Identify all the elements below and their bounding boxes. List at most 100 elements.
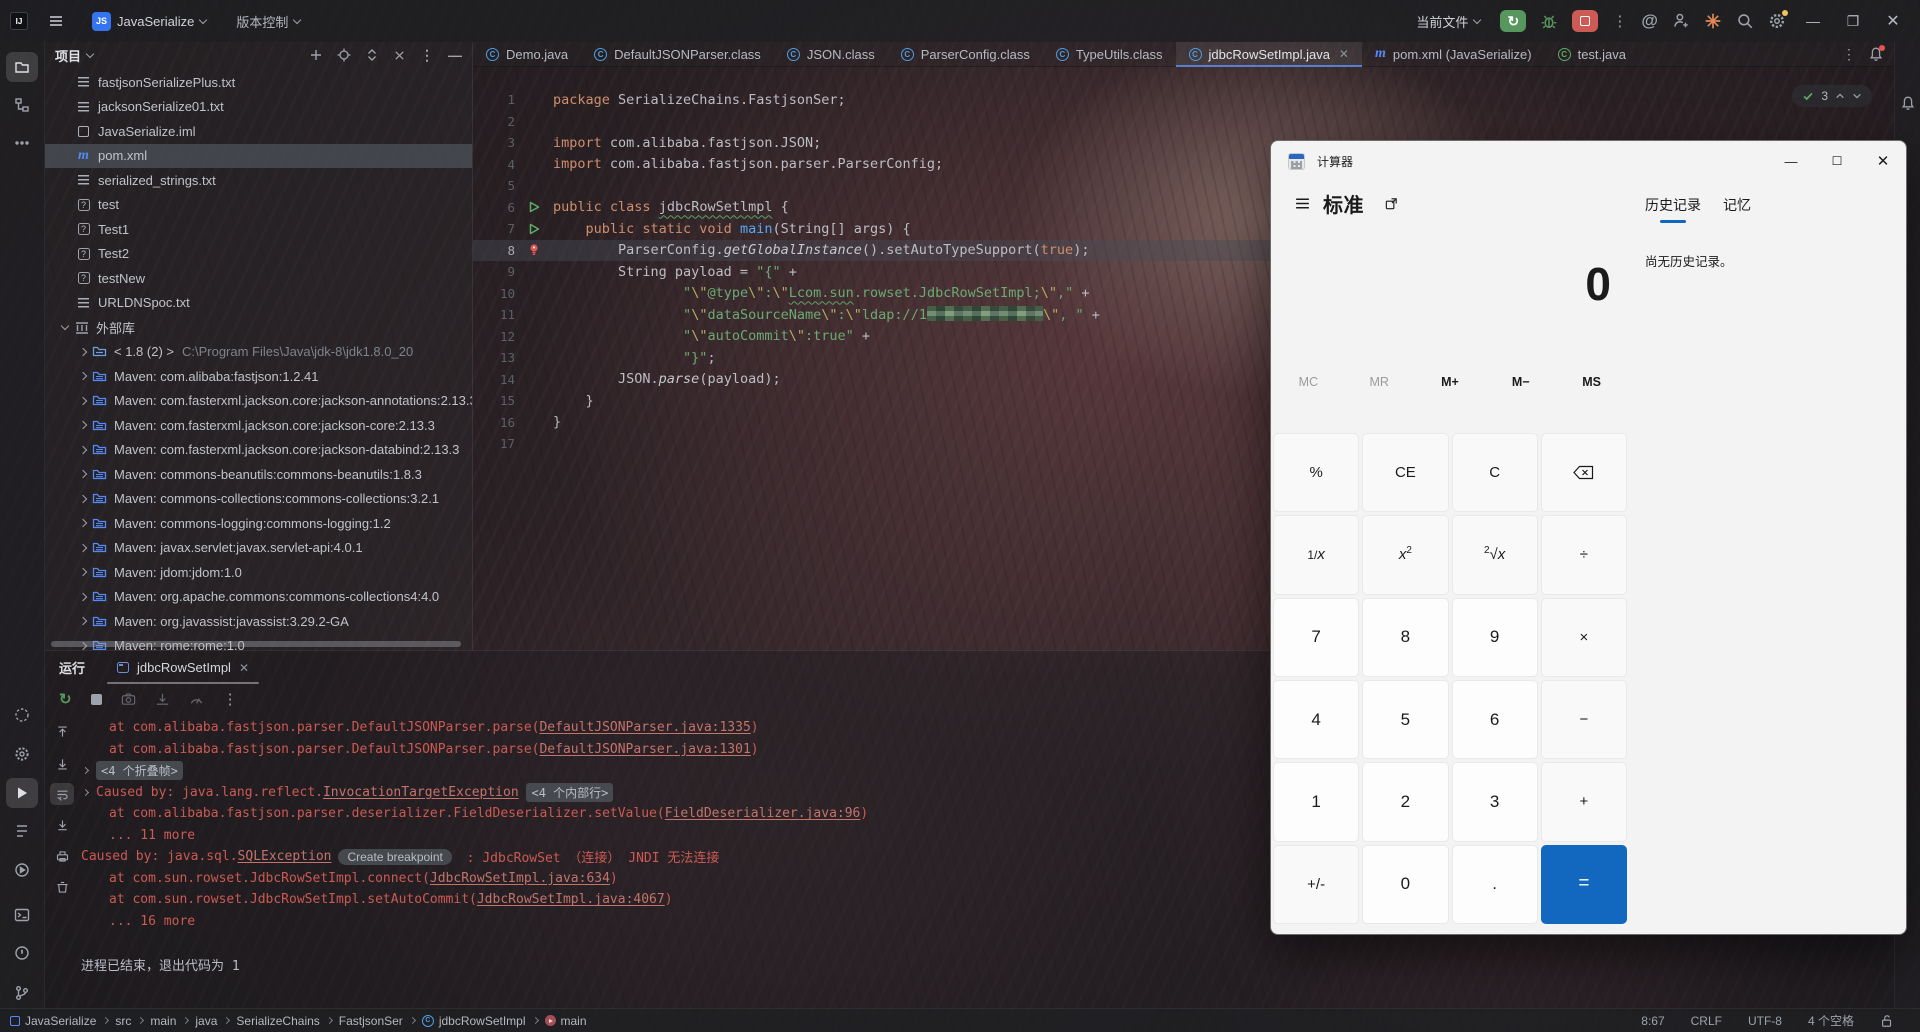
memory-button-ms[interactable]: MS — [1556, 369, 1627, 395]
history-tab[interactable]: 历史记录 — [1645, 195, 1701, 225]
tree-toggle-icon[interactable] — [78, 421, 88, 430]
notifications-button[interactable] — [1868, 45, 1885, 62]
stacktrace-link[interactable]: FieldDeserializer.java:96 — [665, 806, 861, 821]
collapse-all-icon[interactable] — [393, 49, 406, 62]
tree-toggle-icon[interactable] — [78, 617, 88, 626]
ai-assistant-button[interactable]: @ — [1641, 11, 1658, 31]
line-separator[interactable]: CRLF — [1691, 1014, 1722, 1028]
calc-minimize-button[interactable]: — — [1768, 141, 1814, 181]
calc-button-×[interactable]: × — [1540, 597, 1627, 677]
project-widget[interactable]: JS JavaSerialize — [86, 8, 212, 35]
tree-item[interactable]: Maven: javax.servlet:javax.servlet-api:4… — [45, 536, 472, 561]
tree-item[interactable]: Maven: commons-logging:commons-logging:1… — [45, 511, 472, 536]
tree-toggle-icon[interactable] — [78, 396, 88, 405]
tree-item[interactable]: Maven: org.apache.commons:commons-collec… — [45, 585, 472, 610]
calc-button-4[interactable]: 4 — [1273, 680, 1360, 760]
calc-button-CE[interactable]: CE — [1362, 433, 1449, 513]
calc-close-button[interactable]: ✕ — [1860, 141, 1906, 181]
tree-toggle-icon[interactable] — [78, 568, 88, 577]
calc-maximize-button[interactable]: ☐ — [1814, 141, 1860, 181]
prev-occurrence-icon[interactable] — [50, 721, 74, 743]
tree-toggle-icon[interactable] — [78, 592, 88, 601]
calc-button-0[interactable]: 0 — [1362, 844, 1449, 924]
calc-button-÷[interactable]: ÷ — [1540, 515, 1627, 595]
run-configuration-selector[interactable]: 当前文件 — [1410, 8, 1486, 35]
memory-button-mr[interactable]: MR — [1344, 369, 1415, 395]
settings-button[interactable] — [1768, 10, 1788, 30]
tree-toggle-icon[interactable] — [60, 321, 70, 330]
tree-toggle-icon[interactable] — [78, 519, 88, 528]
calc-button-²√x[interactable]: 2 √ x — [1451, 515, 1538, 595]
tree-item[interactable]: ? testNew — [45, 266, 472, 291]
breadcrumb-item[interactable]: java — [195, 1014, 217, 1028]
prev-problem-icon[interactable] — [1835, 91, 1845, 101]
fold-toggle-icon[interactable] — [81, 788, 90, 796]
run-line-icon[interactable] — [529, 223, 540, 235]
tree-item[interactable]: URLDNSpoc.txt — [45, 291, 472, 316]
breadcrumb-item[interactable]: FastjsonSer — [339, 1014, 403, 1028]
build-icon[interactable] — [6, 739, 38, 769]
stacktrace-link[interactable]: JdbcRowSetImpl.java:634 — [430, 871, 610, 886]
tree-item[interactable]: < 1.8 (2) > C:\Program Files\Java\jdk-8\j… — [45, 340, 472, 365]
tree-toggle-icon[interactable] — [78, 347, 88, 356]
memory-button-mplus[interactable]: M+ — [1415, 369, 1486, 395]
tree-toggle-icon[interactable] — [78, 543, 88, 552]
editor-tab[interactable]: C ParserConfig.class — [888, 42, 1043, 66]
tree-item[interactable]: JavaSerialize.iml — [45, 119, 472, 144]
coverage-icon[interactable] — [6, 700, 38, 730]
calc-button-backspace[interactable] — [1540, 433, 1627, 513]
git-branch-icon[interactable] — [6, 978, 38, 1008]
calc-button-.[interactable]: . — [1451, 844, 1538, 924]
calc-button-=[interactable]: = — [1540, 844, 1627, 924]
terminal-icon[interactable] — [6, 900, 38, 930]
calc-button-C[interactable]: C — [1451, 433, 1538, 513]
plugin-burst-icon[interactable] — [1704, 12, 1722, 30]
next-problem-icon[interactable] — [1852, 91, 1862, 101]
run-console-tab[interactable]: jdbcRowSetImpl ✕ — [107, 651, 260, 684]
horizontal-scrollbar[interactable] — [51, 641, 461, 647]
calc-button-8[interactable]: 8 — [1362, 597, 1449, 677]
file-encoding[interactable]: UTF-8 — [1748, 1014, 1782, 1028]
memory-button-mminus[interactable]: M− — [1485, 369, 1556, 395]
calc-button-%[interactable]: % — [1273, 433, 1360, 513]
tree-item[interactable]: jacksonSerialize01.txt — [45, 95, 472, 120]
scroll-to-end-icon[interactable] — [50, 814, 74, 836]
calc-button-1[interactable]: 1 — [1273, 762, 1360, 842]
calc-button-+/-[interactable]: +/- — [1273, 844, 1360, 924]
window-close-button[interactable]: ✕ — [1880, 11, 1906, 31]
tree-toggle-icon[interactable] — [78, 372, 88, 381]
clear-all-icon[interactable] — [50, 876, 74, 898]
editor-tab[interactable]: m pom.xml (JavaSerialize) — [1362, 42, 1545, 66]
tree-item[interactable]: ? Test2 — [45, 242, 472, 267]
keep-on-top-button[interactable] — [1378, 190, 1404, 216]
calculator-titlebar[interactable]: 计算器 — ☐ ✕ — [1271, 141, 1906, 181]
calc-button-5[interactable]: 5 — [1362, 680, 1449, 760]
close-icon[interactable]: ✕ — [239, 661, 249, 675]
tree-item[interactable]: Maven: com.fasterxml.jackson.core:jackso… — [45, 438, 472, 463]
stop-button[interactable] — [1572, 10, 1599, 32]
calc-button-−[interactable]: − — [1540, 680, 1627, 760]
soft-wrap-icon[interactable] — [50, 783, 74, 805]
tree-toggle-icon[interactable] — [78, 494, 88, 503]
indent-style[interactable]: 4 个空格 — [1808, 1012, 1854, 1029]
more-options-icon[interactable]: ⋮ — [223, 690, 238, 708]
tree-item[interactable]: serialized_strings.txt — [45, 168, 472, 193]
calc-button-7[interactable]: 7 — [1273, 597, 1360, 677]
locate-file-icon[interactable] — [337, 48, 351, 62]
editor-tab[interactable]: Ctest.java — [1545, 42, 1639, 66]
more-tools-icon[interactable] — [6, 128, 38, 158]
more-actions-button[interactable]: ⋮ — [1612, 12, 1627, 30]
inspection-widget[interactable]: 3 — [1792, 85, 1872, 107]
services-icon[interactable] — [6, 855, 38, 885]
editor-tab[interactable]: C DefaultJSONParser.class — [581, 42, 774, 66]
memory-button-mc[interactable]: MC — [1273, 369, 1344, 395]
code-line[interactable]: 1 package SerializeChains.FastjsonSer; — [473, 89, 1894, 111]
tree-item[interactable]: ? test — [45, 193, 472, 218]
stacktrace-link[interactable]: SQLException — [238, 849, 332, 864]
debug-button[interactable] — [1540, 12, 1558, 30]
fold-toggle-icon[interactable] — [81, 767, 90, 775]
window-minimize-button[interactable]: — — [1800, 13, 1826, 29]
main-menu-button[interactable] — [42, 9, 70, 33]
memory-tab[interactable]: 记忆 — [1723, 195, 1751, 225]
tree-item[interactable]: Maven: jdom:jdom:1.0 — [45, 560, 472, 585]
